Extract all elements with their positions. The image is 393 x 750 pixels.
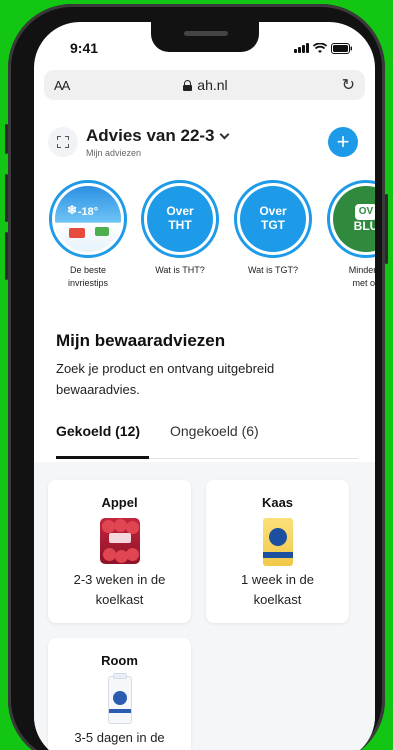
tab-bar: Gekoeld (12) Ongekoeld (6) [56,421,358,459]
speaker [184,31,228,36]
page-header: Advies van 22-3 Mijn adviezen + [48,124,358,160]
story-badge: Over THT [147,186,213,252]
product-card-room[interactable]: Room 3-5 dagen in de [48,638,191,750]
status-time: 9:41 [70,40,99,56]
story-ring[interactable]: Over TGT [234,180,312,258]
tab-gekoeld[interactable]: Gekoeld (12) [56,423,140,439]
story-item[interactable]: ❄ -18° De beste invriestips [48,180,128,290]
tab-ongekoeld[interactable]: Ongekoeld (6) [170,423,259,439]
battery-icon [331,42,352,54]
product-advice: 1 week in de koelkast [241,572,314,608]
product-advice: 2-3 weken in de koelkast [73,572,166,608]
snowflake-icon: ❄ [67,203,78,217]
story-ring[interactable]: Over THT [141,180,219,258]
page-title[interactable]: Advies van 22-3 [86,126,328,146]
product-advice: 3-5 dagen in de [74,730,165,745]
address-bar[interactable]: AA ah.nl ↻ [44,70,365,100]
reload-icon[interactable]: ↻ [342,75,355,95]
product-card-kaas[interactable]: Kaas 1 week in de koelkast [206,480,349,623]
story-ring[interactable]: ❄ -18° [49,180,127,258]
cheese-package-image [258,518,298,566]
apple-package-image [99,518,140,566]
story-item[interactable]: Over THT Wat is THT? [140,180,220,277]
power-button [385,194,388,264]
story-carousel[interactable]: ❄ -18° De beste invriestips Over THT Wat… [48,180,375,300]
status-bar: 9:41 [70,40,353,56]
url-display[interactable]: ah.nl [183,77,228,93]
advice-selector[interactable]: Advies van 22-3 Mijn adviezen [86,126,328,158]
signal-icon [294,43,309,53]
text-size-button[interactable]: AA [54,78,70,93]
story-label: Wat is TGT? [247,265,298,275]
freezer-story-image: ❄ -18° [55,186,121,252]
story-badge: Over TGT [240,186,306,252]
story-label: Minder vmet ov [348,265,375,289]
story-item[interactable]: OVBLU Minder vmet ov [326,180,375,290]
add-button[interactable]: + [328,127,358,157]
product-card-appel[interactable]: Appel 2-3 weken in de koelkast [48,480,191,623]
plus-icon: + [336,129,350,154]
section-title: Mijn bewaaradviezen [56,331,226,350]
url-text: ah.nl [197,77,228,93]
lock-icon [183,79,193,91]
story-item[interactable]: Over TGT Wat is TGT? [233,180,313,277]
page-subtitle: Mijn adviezen [86,148,142,158]
product-grid: Appel 2-3 weken in de koelkast Kaas 1 we… [34,462,375,750]
story-label: De beste invriestips [67,265,108,289]
status-icons [294,42,353,54]
section-description: Zoek je product en ontvang uitgebreid be… [56,361,275,397]
phone-screen: 9:41 AA ah.nl ↻ Advies van 22-3 Mijn adv… [34,22,375,750]
phone-frame: 9:41 AA ah.nl ↻ Advies van 22-3 Mijn adv… [5,4,388,750]
cream-package-image [100,673,140,724]
product-name: Kaas [261,495,294,510]
scan-icon[interactable] [48,127,78,157]
volume-up-button [5,174,8,222]
active-tab-indicator [56,456,149,459]
story-badge: OV BLU [333,186,375,252]
product-name: Room [101,653,138,668]
story-label: Wat is THT? [155,265,205,275]
product-name: Appel [101,495,138,510]
wifi-icon [313,42,327,53]
volume-down-button [5,232,8,280]
chevron-down-icon [219,129,229,139]
story-ring[interactable]: OV BLU [327,180,375,258]
mute-switch [5,124,8,154]
